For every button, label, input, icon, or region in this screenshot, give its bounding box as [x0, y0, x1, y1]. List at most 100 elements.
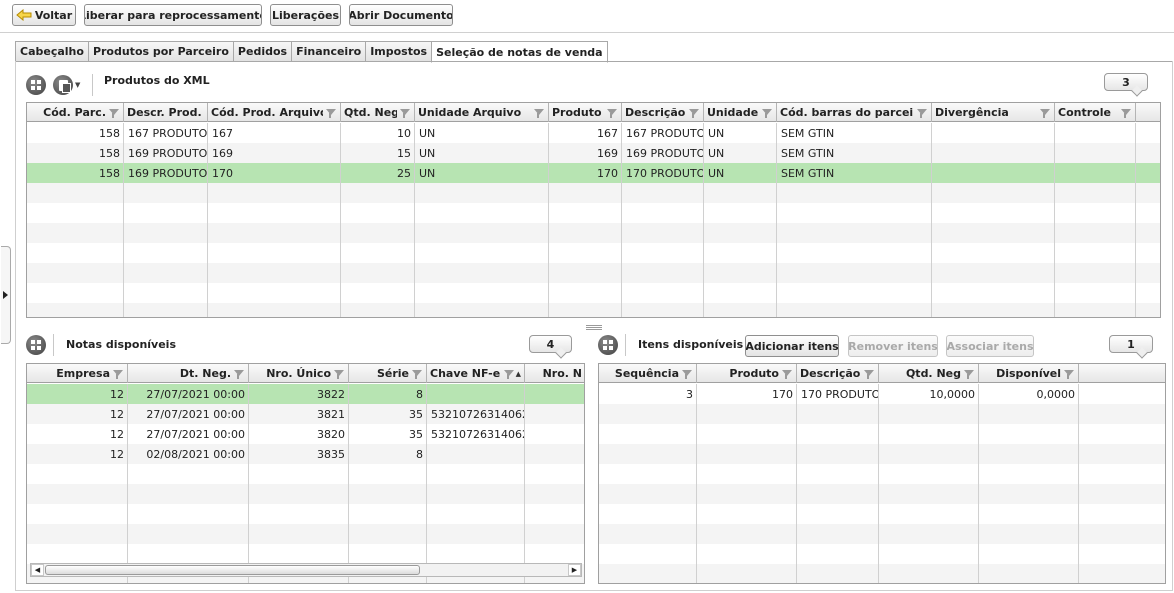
- export-dropdown-icon[interactable]: ▼: [75, 81, 80, 89]
- tab-selecao-notas-venda[interactable]: Seleção de notas de venda: [431, 41, 608, 63]
- sort-ascending-icon[interactable]: ▲: [516, 370, 521, 378]
- table-cell: UN: [708, 146, 725, 160]
- column-header-label: Descrição: [800, 367, 861, 380]
- column-header[interactable]: Unidade Arquivo: [415, 103, 549, 122]
- tab-cabecalho[interactable]: Cabeçalho: [15, 41, 88, 62]
- table-row[interactable]: 158 167 PRODUTO 167 10 UN 167 167 PRODUTO UN SEM…: [27, 123, 1160, 143]
- table-cell: 169: [597, 146, 618, 160]
- table-cell: 10: [397, 126, 411, 140]
- column-divider: [796, 384, 797, 583]
- table-cell: 170: [772, 387, 793, 401]
- filter-icon[interactable]: [411, 368, 423, 380]
- column-header[interactable]: Produto: [549, 103, 622, 122]
- scroll-left-icon[interactable]: ◀: [31, 564, 44, 576]
- column-header[interactable]: Qtd. Neg: [879, 364, 979, 383]
- table-cell: 158: [99, 166, 120, 180]
- column-divider: [703, 123, 704, 317]
- tab-pedidos[interactable]: Pedidos: [232, 41, 292, 62]
- filter-icon[interactable]: [1120, 107, 1132, 119]
- filter-icon[interactable]: [606, 107, 618, 119]
- column-header[interactable]: Nro. N: [525, 364, 584, 383]
- table-cell: UN: [419, 166, 436, 180]
- filter-icon[interactable]: [112, 368, 124, 380]
- empty-row: [27, 223, 1160, 243]
- open-document-button[interactable]: Abrir Documento: [349, 4, 453, 26]
- splitter-grip[interactable]: [586, 325, 602, 330]
- column-header[interactable]: Sequência: [599, 364, 697, 383]
- column-header[interactable]: Descrição: [797, 364, 879, 383]
- filter-icon[interactable]: [233, 368, 245, 380]
- scroll-thumb[interactable]: [45, 565, 420, 575]
- column-header[interactable]: Divergência: [932, 103, 1055, 122]
- table-row[interactable]: 12 02/08/2021 00:00 3835 8: [27, 444, 584, 464]
- scroll-right-icon[interactable]: ▶: [568, 564, 581, 576]
- filter-icon[interactable]: [688, 107, 700, 119]
- column-header[interactable]: Unidade: [704, 103, 777, 122]
- table-cell: 27/07/2021 00:00: [146, 427, 245, 441]
- grid-config-icon[interactable]: [26, 335, 46, 355]
- tab-bar: Cabeçalho Produtos por Parceiro Pedidos …: [15, 41, 608, 63]
- table-row[interactable]: 12 27/07/2021 00:00 3821 35 53210726314062: [27, 404, 584, 424]
- column-header[interactable]: Série: [349, 364, 427, 383]
- column-header-label: Chave NF-e: [430, 367, 501, 380]
- column-header-label: Nro. N: [542, 367, 582, 380]
- filter-icon[interactable]: [781, 368, 793, 380]
- filter-icon[interactable]: [1039, 107, 1051, 119]
- filter-icon[interactable]: [108, 107, 120, 119]
- table-cell: SEM GTIN: [781, 146, 835, 160]
- side-panel-toggle[interactable]: [1, 246, 11, 344]
- column-header-label: Unidade: [707, 106, 759, 119]
- column-header[interactable]: Cód. Parc.: [27, 103, 124, 122]
- add-items-button[interactable]: Adicionar itens: [745, 335, 839, 357]
- table-row[interactable]: 3 170 170 PRODUTO 10,0000 0,0000: [599, 384, 1165, 404]
- export-doc-icon[interactable]: [53, 75, 73, 95]
- column-header[interactable]: Controle: [1055, 103, 1136, 122]
- column-header[interactable]: Descr. Prod. Arquivo: [124, 103, 208, 122]
- column-header[interactable]: Empresa: [27, 364, 128, 383]
- back-button[interactable]: Voltar: [12, 4, 76, 26]
- filter-icon[interactable]: [325, 107, 337, 119]
- table-row[interactable]: 158 169 PRODUTO 169 15 UN 169 169 PRODUTO UN SEM…: [27, 143, 1160, 163]
- table-row[interactable]: 12 27/07/2021 00:00 3820 35 53210726314062: [27, 424, 584, 444]
- grid-config-icon[interactable]: [26, 75, 46, 95]
- column-header[interactable]: Cód. Prod. Arquivo: [208, 103, 341, 122]
- filter-icon[interactable]: [963, 368, 975, 380]
- tab-financeiro[interactable]: Financeiro: [291, 41, 366, 62]
- table-cell: 170 PRODUTO: [801, 387, 879, 401]
- filter-icon[interactable]: [761, 107, 773, 119]
- column-divider: [621, 123, 622, 317]
- filter-icon[interactable]: [681, 368, 693, 380]
- releases-button[interactable]: Liberações: [270, 4, 341, 26]
- releases-label: Liberações: [271, 8, 340, 22]
- table-row[interactable]: 158 169 PRODUTO 170 25 UN 170 170 PRODUTO UN SEM…: [27, 163, 1160, 183]
- filter-icon[interactable]: [1063, 368, 1075, 380]
- grid-config-icon[interactable]: [598, 335, 618, 355]
- filter-icon[interactable]: [333, 368, 345, 380]
- column-header[interactable]: Dt. Neg.: [128, 364, 249, 383]
- release-reprocessing-button[interactable]: Liberar para reprocessamento: [84, 4, 262, 26]
- filter-icon[interactable]: [863, 368, 875, 380]
- table-cell: 12: [110, 387, 124, 401]
- notes-horizontal-scrollbar[interactable]: ◀ ▶: [30, 563, 582, 577]
- notes-grid: Empresa Dt. Neg. Nro. Único Série Chave NF-e…: [26, 363, 585, 584]
- table-cell: 27/07/2021 00:00: [146, 387, 245, 401]
- column-header[interactable]: Descrição: [622, 103, 704, 122]
- tab-produtos-por-parceiro[interactable]: Produtos por Parceiro: [87, 41, 233, 62]
- table-row[interactable]: 12 27/07/2021 00:00 3822 8: [27, 384, 584, 404]
- column-header[interactable]: Produto: [697, 364, 797, 383]
- filter-icon[interactable]: [399, 107, 411, 119]
- column-header[interactable]: Chave NF-e ▲: [427, 364, 525, 383]
- empty-row: [599, 544, 1165, 564]
- remove-items-button[interactable]: Remover itens: [848, 335, 938, 357]
- filter-icon[interactable]: [916, 107, 928, 119]
- column-header[interactable]: Nro. Único: [249, 364, 349, 383]
- column-header[interactable]: Cód. barras do parceiro: [777, 103, 932, 122]
- filter-icon[interactable]: [503, 368, 515, 380]
- column-header[interactable]: Disponível: [979, 364, 1079, 383]
- associate-items-button[interactable]: Associar itens: [946, 335, 1034, 357]
- toolbar-divider: [0, 32, 1174, 33]
- empty-row: [599, 464, 1165, 484]
- column-header[interactable]: Qtd. Neg: [341, 103, 415, 122]
- filter-icon[interactable]: [533, 107, 545, 119]
- tab-impostos[interactable]: Impostos: [365, 41, 432, 62]
